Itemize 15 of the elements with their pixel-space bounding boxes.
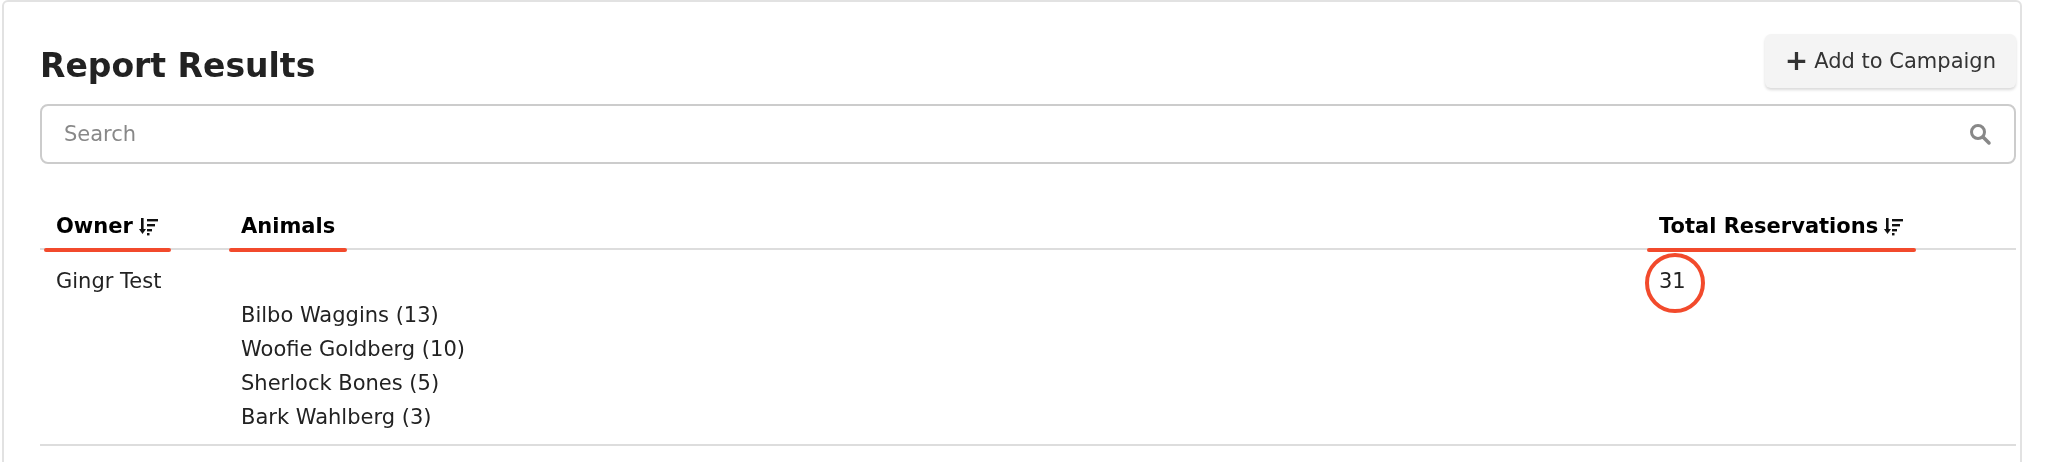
table-cell-text: Sherlock Bones (5) bbox=[241, 370, 441, 397]
sort-icon[interactable] bbox=[1884, 216, 1905, 236]
table-cell-text: Bilbo Waggins (13) bbox=[241, 302, 440, 329]
table-cell-text: Woofie Goldberg (10) bbox=[241, 336, 466, 363]
table-cell: 31 bbox=[1659, 269, 1686, 293]
page-title: Report Results bbox=[40, 46, 316, 85]
table-cell-text: Bark Wahlberg (3) bbox=[241, 404, 433, 431]
add-to-campaign-button[interactable]: + Add to Campaign bbox=[1764, 34, 2016, 88]
table-cell: Gingr Test bbox=[56, 269, 162, 293]
column-header[interactable]: Owner bbox=[56, 214, 159, 238]
column-header[interactable]: Total Reservations bbox=[1659, 214, 1905, 238]
column-header[interactable]: Animals bbox=[241, 214, 336, 238]
sort-icon[interactable] bbox=[138, 216, 159, 236]
search-icon bbox=[1968, 122, 1992, 146]
search-field[interactable]: Search bbox=[40, 104, 2016, 164]
